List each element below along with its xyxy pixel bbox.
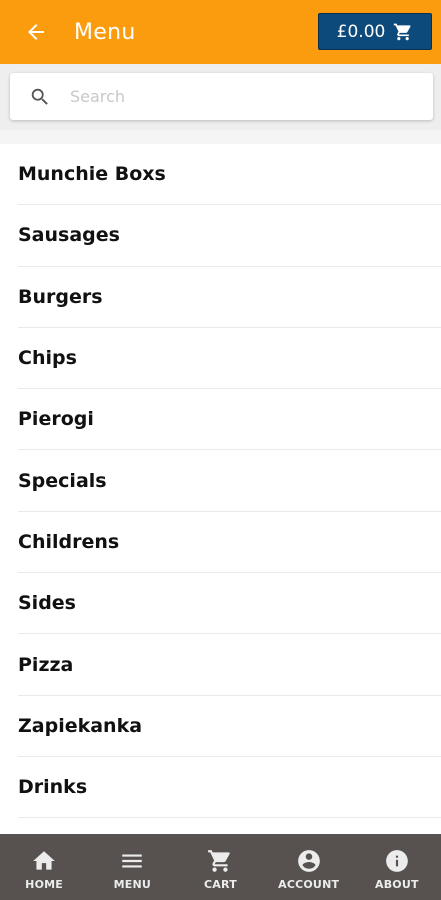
cart-icon [394,23,411,40]
nav-label: HOME [25,877,63,891]
category-label: Pierogi [18,408,94,431]
app-header: Menu £0.00 [0,0,441,64]
category-list: Munchie Boxs Sausages Burgers Chips Pier… [0,144,441,819]
account-icon [296,848,322,874]
arrow-left-icon [28,24,44,40]
cart-icon [207,848,233,874]
category-item-sides[interactable]: Sides [18,573,441,635]
category-label: Zapiekanka [18,714,143,737]
category-label: Sausages [18,224,120,247]
category-item-specials[interactable]: Specials [18,450,441,512]
home-icon [31,848,57,874]
category-item-burgers[interactable]: Burgers [18,267,441,328]
nav-account[interactable]: ACCOUNT [269,834,349,900]
nav-home[interactable]: HOME [4,834,84,900]
category-label: Specials [18,469,107,492]
nav-label: MENU [113,877,151,891]
search-icon [28,85,52,109]
search-area [0,64,441,130]
category-item-munchie-boxs[interactable]: Munchie Boxs [18,144,441,206]
category-label: Drinks [18,776,88,799]
back-button[interactable] [8,0,64,64]
category-label: Childrens [18,530,120,553]
category-item-chips[interactable]: Chips [18,328,441,390]
nav-label: ACCOUNT [278,877,340,891]
bottom-nav: HOME MENU CART ACCOUNT ABOUT [0,834,441,900]
cart-total-button[interactable]: £0.00 [318,13,432,50]
category-item-childrens[interactable]: Childrens [18,512,441,574]
nav-label: ABOUT [375,877,419,891]
nav-about[interactable]: ABOUT [357,834,437,900]
nav-menu[interactable]: MENU [92,834,172,900]
category-label: Chips [18,347,77,370]
nav-cart[interactable]: CART [180,834,260,900]
search-input[interactable] [70,87,390,106]
divider-band [0,130,441,144]
category-item-pierogi[interactable]: Pierogi [18,389,441,451]
search-box[interactable] [10,73,433,120]
menu-icon [119,848,145,874]
page-title: Menu [74,19,136,45]
category-item-zapiekanka[interactable]: Zapiekanka [18,696,441,757]
category-label: Munchie Boxs [18,163,166,186]
category-item-pizza[interactable]: Pizza [18,634,441,696]
category-item-drinks[interactable]: Drinks [18,757,441,819]
cart-total-amount: £0.00 [336,21,386,42]
category-label: Burgers [18,285,103,308]
category-label: Pizza [18,653,74,676]
category-item-sausages[interactable]: Sausages [18,205,441,267]
nav-label: CART [204,877,237,891]
category-label: Sides [18,592,76,615]
info-icon [384,848,410,874]
menu-screen: Menu £0.00 Munchie Boxs Sausages Bu [0,0,441,900]
